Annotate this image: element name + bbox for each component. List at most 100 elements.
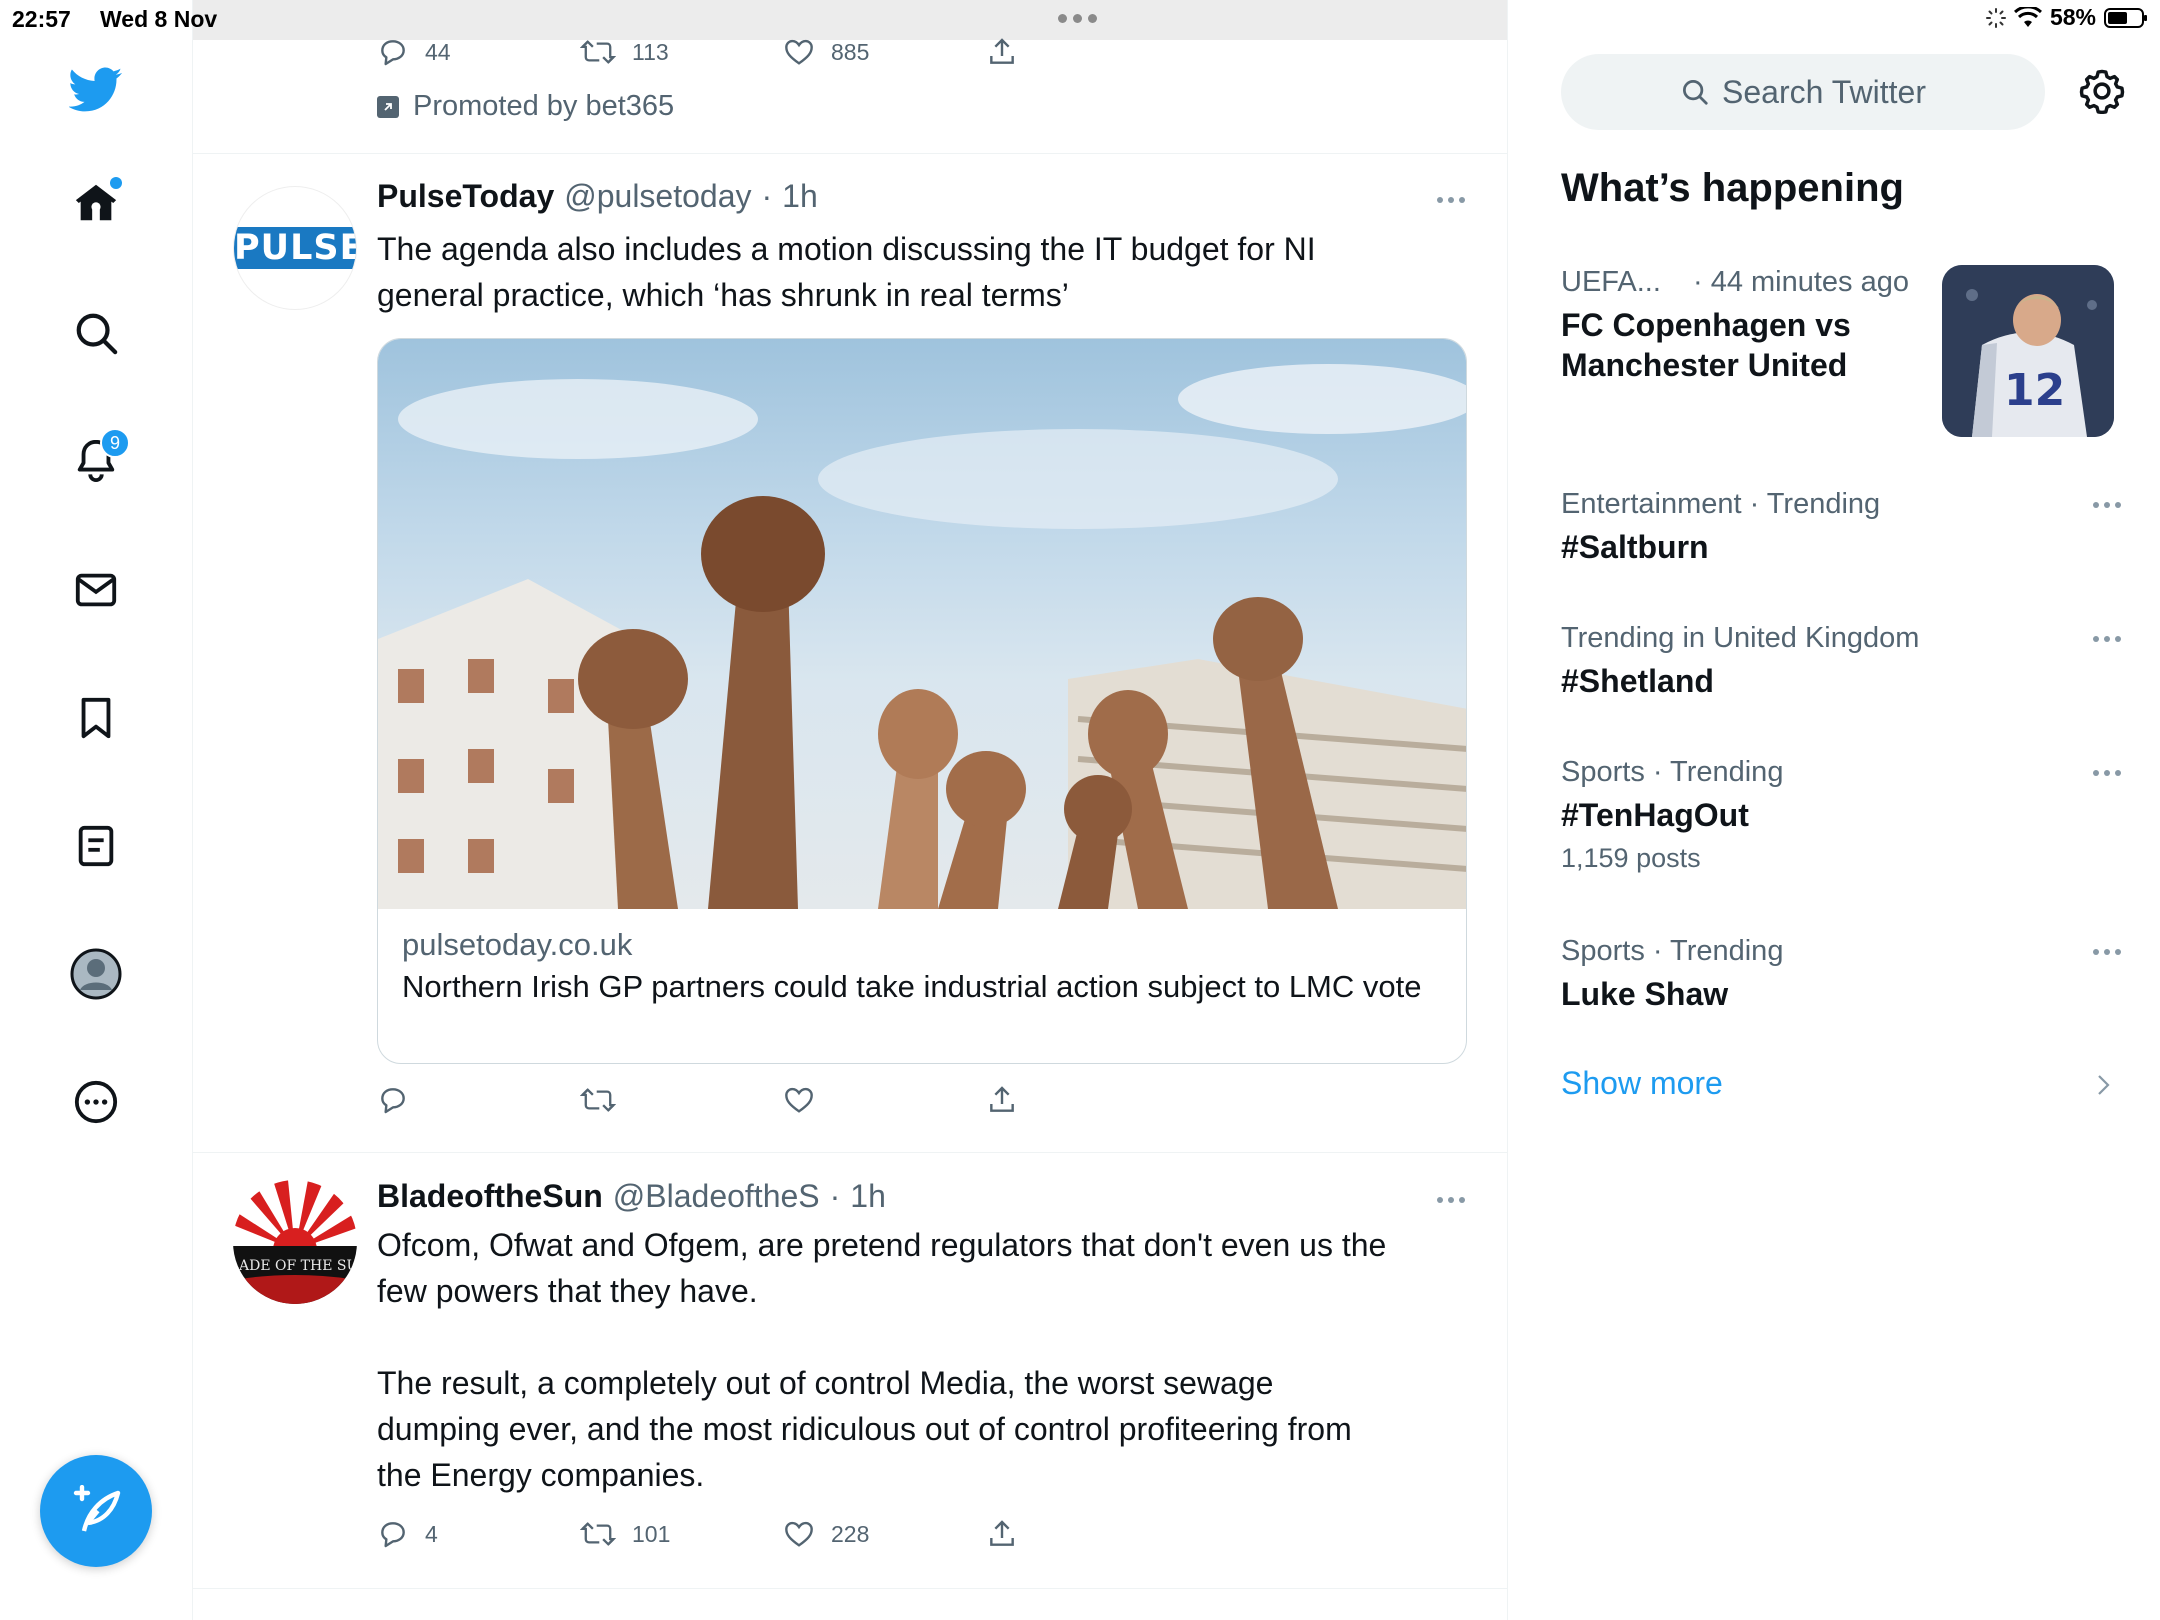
author-handle[interactable]: @BladeoftheS xyxy=(613,1178,820,1215)
pulse-logo: PULSE xyxy=(234,227,357,269)
reply-button[interactable] xyxy=(377,1084,580,1116)
share-button[interactable] xyxy=(986,1084,1018,1116)
tweet-more-button[interactable] xyxy=(1437,1197,1465,1203)
trend-item[interactable]: Sports · Trending #TenHagOut 1,159 posts xyxy=(1561,756,2121,874)
bookmark-icon xyxy=(81,697,111,739)
retweet-icon xyxy=(580,40,616,64)
reply-button[interactable]: 4 xyxy=(377,1518,580,1550)
tweet-text-line: the Energy companies. xyxy=(377,1457,705,1493)
chevron-right-icon[interactable] xyxy=(2095,1072,2113,1098)
trend-time: · 44 minutes ago xyxy=(1692,266,1909,298)
avatar-pulsetoday[interactable]: PULSE xyxy=(233,186,357,310)
tweet-more-button[interactable] xyxy=(1437,197,1465,203)
status-right: 58% xyxy=(1985,4,2148,31)
search-icon xyxy=(1683,80,1708,105)
like-button[interactable]: 228 xyxy=(783,1518,986,1550)
raised-fists-photo xyxy=(378,364,1466,909)
nav-search[interactable] xyxy=(56,293,136,373)
retweet-button[interactable] xyxy=(580,1084,783,1116)
trend-name: Luke Shaw xyxy=(1561,976,1729,1012)
lists-icon xyxy=(78,825,114,867)
trend-item[interactable]: Trending in United Kingdom #Shetland xyxy=(1561,622,2121,701)
trend-item[interactable]: Sports · Trending Luke Shaw xyxy=(1561,935,2121,1014)
nav-more[interactable] xyxy=(56,1062,136,1142)
trend-category: UEFA... xyxy=(1561,266,1661,298)
share-button[interactable] xyxy=(986,1518,1018,1550)
reply-icon xyxy=(381,1088,405,1114)
trend-name: #Saltburn xyxy=(1561,529,1709,565)
retweet-count: 113 xyxy=(632,38,669,65)
gear-icon xyxy=(2079,69,2125,114)
twitter-logo-button[interactable] xyxy=(56,50,136,130)
status-bar: 22:57 Wed 8 Nov 58% xyxy=(0,0,2160,40)
nav-bookmarks[interactable] xyxy=(56,678,136,758)
retweet-button[interactable]: 113 xyxy=(580,36,783,68)
trend-meta: UEFA... · 44 minutes ago xyxy=(1561,266,1941,299)
tweet-text-line: The result, a completely out of control … xyxy=(377,1365,1274,1401)
tweet-header: PulseToday @pulsetoday · 1h xyxy=(377,178,818,215)
nav-home[interactable] xyxy=(56,163,136,243)
settings-button[interactable] xyxy=(2079,68,2125,114)
reply-icon xyxy=(381,40,405,66)
show-more-link[interactable]: Show more xyxy=(1561,1065,1723,1102)
tweet-actions xyxy=(377,1084,1018,1116)
trend-thumbnail[interactable]: 12 xyxy=(1942,265,2114,437)
trend-count: 1,159 posts xyxy=(1561,843,1701,873)
trend-more-button[interactable] xyxy=(2093,770,2121,776)
nav-profile[interactable] xyxy=(56,934,136,1014)
like-button[interactable]: 885 xyxy=(783,36,986,68)
trend-meta: Sports · Trending xyxy=(1561,935,1784,967)
card-image xyxy=(378,339,1466,909)
separator: · xyxy=(829,1178,841,1214)
divider xyxy=(193,1152,1507,1153)
divider xyxy=(193,1588,1507,1589)
reply-icon xyxy=(381,1522,405,1548)
like-button[interactable] xyxy=(783,1084,986,1116)
trend-more-button[interactable] xyxy=(2093,636,2121,642)
avatar-bladeofthesun[interactable]: BLADE OF THE SUN xyxy=(233,1180,357,1304)
like-count: 228 xyxy=(831,1520,870,1547)
retweet-icon xyxy=(580,1522,616,1546)
trend-meta: Sports · Trending xyxy=(1561,756,1784,788)
tweet-text-line: Ofcom, Ofwat and Ofgem, are pretend regu… xyxy=(377,1227,1387,1263)
battery-icon xyxy=(2104,7,2147,28)
search-field[interactable]: Search Twitter xyxy=(1561,54,2045,130)
battery-percent: 58% xyxy=(2049,4,2096,30)
trend-more-button[interactable] xyxy=(2093,949,2121,955)
heart-icon xyxy=(785,1087,813,1113)
like-count: 885 xyxy=(831,38,870,65)
author-name[interactable]: BladeoftheSun xyxy=(377,1178,603,1215)
author-name[interactable]: PulseToday xyxy=(377,178,554,215)
brightness-icon xyxy=(1985,7,2006,28)
promoted-icon xyxy=(377,95,399,118)
tweet-text: Ofcom, Ofwat and Ofgem, are pretend regu… xyxy=(377,1222,1477,1498)
reply-button[interactable]: 44 xyxy=(377,36,580,68)
compose-tweet-button[interactable] xyxy=(40,1455,152,1567)
retweet-button[interactable]: 101 xyxy=(580,1518,783,1550)
share-button[interactable] xyxy=(986,36,1018,68)
link-card[interactable]: pulsetoday.co.uk Northern Irish GP partn… xyxy=(377,338,1467,1064)
search-placeholder: Search Twitter xyxy=(1722,73,1926,110)
tweet-text-line: dumping ever, and the most ridiculous ou… xyxy=(377,1411,1352,1447)
tweet-time[interactable]: 1h xyxy=(850,1178,886,1215)
trend-item[interactable]: UEFA... · 44 minutes ago FC Copenhagen v… xyxy=(1561,266,1941,385)
tweet-text: The agenda also includes a motion discus… xyxy=(377,226,1477,318)
share-icon xyxy=(990,1520,1014,1546)
trend-name: FC Copenhagen vs Manchester United xyxy=(1561,307,1851,383)
status-time: 22:57 xyxy=(12,6,71,32)
trend-item[interactable]: Entertainment · Trending #Saltburn xyxy=(1561,488,2121,567)
trend-meta: Entertainment · Trending xyxy=(1561,488,1881,520)
promo-tweet-actions: 44 113 885 xyxy=(377,36,1018,68)
nav-notifications[interactable]: 9 xyxy=(56,420,136,500)
trend-more-button[interactable] xyxy=(2093,502,2121,508)
divider xyxy=(193,153,1507,154)
trend-meta: Trending in United Kingdom xyxy=(1561,622,1920,654)
nav-messages[interactable] xyxy=(56,550,136,630)
retweet-icon xyxy=(580,1088,616,1112)
author-handle[interactable]: @pulsetoday xyxy=(564,178,751,215)
tweet-text-line: general practice, which ‘has shrunk in r… xyxy=(377,277,1069,313)
wifi-icon xyxy=(2013,6,2042,27)
compose-icon xyxy=(73,1485,121,1532)
nav-lists[interactable] xyxy=(56,806,136,886)
tweet-time[interactable]: 1h xyxy=(782,178,818,215)
